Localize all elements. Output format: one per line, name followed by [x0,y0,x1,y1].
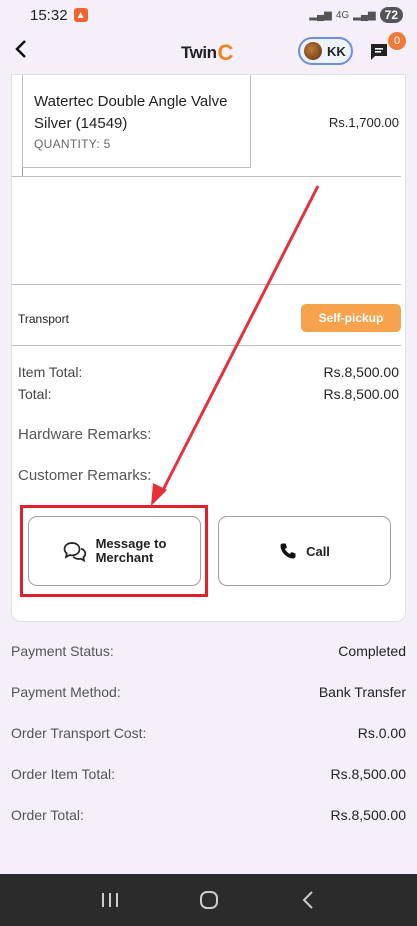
logo-accent: C [217,40,233,65]
back-icon [302,891,313,909]
total-value: Rs.8,500.00 [323,386,400,402]
transport-cost-label: Order Transport Cost: [11,725,147,741]
chat-bubbles-icon [63,542,86,562]
divider [12,176,401,177]
transport-cost-value: Rs.0.00 [357,725,406,741]
hardware-remarks-label: Hardware Remarks: [18,426,152,443]
message-merchant-label: Message to Merchant [96,537,167,565]
payment-method-value: Bank Transfer [318,684,406,700]
transport-cost-row: Order Transport Cost: Rs.0.00 [0,725,417,745]
chevron-left-icon [15,40,26,58]
order-item-total-value: Rs.8,500.00 [330,766,407,782]
home-button[interactable] [189,880,229,920]
payment-status-value: Completed [338,643,406,659]
notification-badge: 0 [388,32,406,50]
profile-initials: KK [327,43,346,59]
phone-icon [280,543,296,559]
chat-icon[interactable] [369,42,389,67]
customer-remarks-label: Customer Remarks: [18,467,152,484]
message-label-line1: Message to [95,536,167,551]
order-total-label: Order Total: [11,807,84,823]
app-header: Twin C KK 0 [0,30,417,74]
recent-apps-button[interactable] [90,880,130,920]
transport-label: Transport [18,312,69,326]
message-label-line2: Merchant [95,550,154,565]
system-nav-bar [0,874,417,926]
payment-method-row: Payment Method: Bank Transfer [0,684,417,704]
order-total-row: Order Total: Rs.8,500.00 [0,807,417,827]
home-icon [199,891,218,909]
recent-apps-icon [101,893,118,907]
avatar [304,42,322,60]
payment-status-row: Payment Status: Completed [0,643,417,663]
status-indicators: ▂▄▆ 4G ▂▄▆ 72 [309,7,403,23]
order-item-total-label: Order Item Total: [11,766,116,782]
call-button[interactable]: Call [218,516,391,586]
item-total-label: Item Total: [18,364,83,380]
order-total-value: Rs.8,500.00 [330,807,407,823]
battery-indicator: 72 [379,7,403,23]
network-type: 4G [335,9,350,21]
item-name: Watertec Double Angle Valve Silver (1454… [34,93,228,132]
item-total-value: Rs.8,500.00 [323,364,400,380]
order-item-total-row: Order Item Total: Rs.8,500.00 [0,766,417,786]
signal-icon: ▂▄▆ [309,9,332,21]
divider [12,284,401,285]
message-merchant-button[interactable]: Message to Merchant [28,516,201,586]
call-label: Call [306,543,330,559]
item-quantity: QUANTITY: 5 [34,137,111,151]
app-logo: Twin C [181,40,233,66]
payment-status-label: Payment Status: [11,643,114,659]
divider [12,345,401,346]
total-label: Total: [18,386,52,402]
payment-method-label: Payment Method: [11,684,121,700]
status-time: 15:32 [30,6,68,24]
signal-icon-2: ▂▄▆ [353,9,376,21]
order-detail-card: Watertec Double Angle Valve Silver (1454… [11,74,406,622]
table-divider [22,168,23,176]
transport-mode-badge: Self-pickup [301,304,401,332]
back-button[interactable] [14,39,44,65]
status-bar: 15:32 ▲ ▂▄▆ 4G ▂▄▆ 72 [0,0,417,30]
item-price: Rs.1,700.00 [328,115,399,130]
logo-text: Twin [181,43,217,62]
profile-button[interactable]: KK [298,37,353,65]
system-back-button[interactable] [288,880,328,920]
app-notification-icon: ▲ [73,8,88,22]
